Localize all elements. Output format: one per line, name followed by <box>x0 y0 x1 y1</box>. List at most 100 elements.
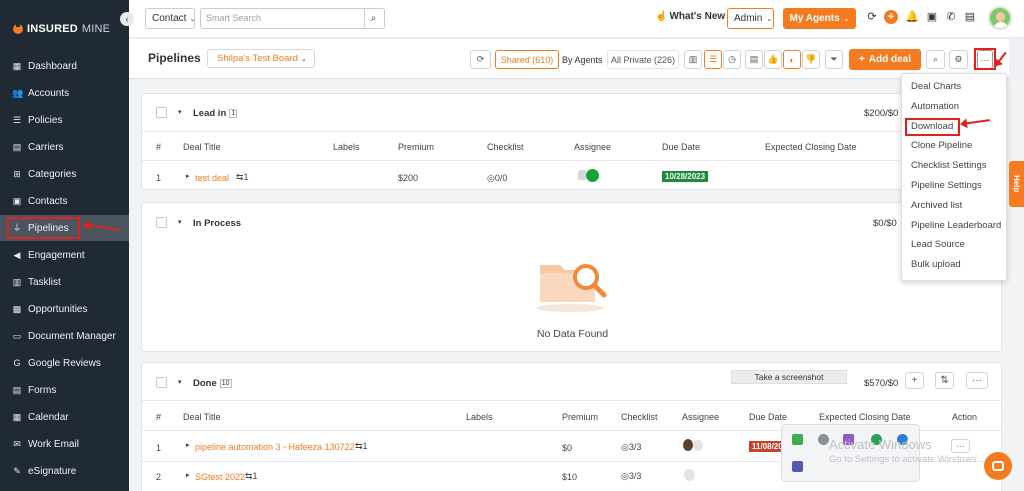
logo-text-left: INSURED <box>27 23 78 35</box>
menu-item-automation[interactable]: Automation <box>911 101 959 112</box>
refresh-icon[interactable]: ⟳ <box>865 10 879 24</box>
calculator-icon[interactable]: ▤ <box>963 10 977 24</box>
sidebar-item-calendar[interactable]: ▦ Calendar <box>0 404 129 430</box>
phone-icon[interactable]: ✆ <box>944 10 958 24</box>
due-date-badge[interactable]: 10/28/2023 <box>662 171 709 182</box>
cloud-icon[interactable] <box>818 434 829 445</box>
sidebar-item-google-reviews[interactable]: G Google Reviews <box>0 350 129 376</box>
quick-add-icon[interactable]: + <box>884 10 898 24</box>
logo-mark-icon <box>13 21 23 34</box>
page-title: Pipelines <box>148 51 201 65</box>
menu-item-checklist-settings[interactable]: Checklist Settings <box>911 160 987 171</box>
sidebar-item-forms[interactable]: ▤ Forms <box>0 377 129 403</box>
menu-item-deal-charts[interactable]: Deal Charts <box>911 81 961 92</box>
sidebar-item-accounts[interactable]: 👥 Accounts <box>0 80 129 106</box>
sidebar-item-label: Contacts <box>28 195 68 207</box>
group-select-checkbox[interactable] <box>156 377 167 388</box>
search-deals-icon[interactable]: ⌕ <box>926 50 945 69</box>
caret-down-icon[interactable]: ▾ <box>178 108 182 116</box>
help-tab[interactable]: Help <box>1009 161 1024 207</box>
smart-search-input[interactable]: Smart Search <box>200 8 365 29</box>
chart-icon: ▩ <box>12 304 22 314</box>
caret-down-icon[interactable]: ▾ <box>178 218 182 226</box>
teams-icon[interactable] <box>792 461 803 472</box>
role-select[interactable]: Admin ⌄ <box>727 8 774 29</box>
caret-right-icon[interactable]: ▸ <box>186 471 190 479</box>
search-button[interactable]: ⌕ <box>363 8 385 29</box>
in-progress-icon[interactable]: ◐ <box>783 50 801 69</box>
caret-right-icon[interactable]: ▸ <box>186 172 190 180</box>
more-options-menu: Deal Charts Automation Download Clone Pipel… <box>901 73 1007 281</box>
premium-value: $10 <box>562 472 578 482</box>
shield-check-icon[interactable] <box>792 434 803 445</box>
notifications-icon[interactable]: ▣ <box>925 10 939 24</box>
kanban-view-icon[interactable]: ▥ <box>684 50 702 69</box>
all-private-filter[interactable]: All Private (226) <box>607 50 679 69</box>
menu-item-clone-pipeline[interactable]: Clone Pipeline <box>911 140 972 151</box>
menu-item-archived-list[interactable]: Archived list <box>911 200 962 211</box>
sidebar-item-tasklist[interactable]: ▥ Tasklist <box>0 269 129 295</box>
list-view-icon[interactable]: ☰ <box>704 50 722 69</box>
empty-state-text: No Data Found <box>536 328 609 340</box>
group-title: Done 10 <box>193 378 232 389</box>
sidebar-item-policies[interactable]: ☰ Policies <box>0 107 129 133</box>
user-avatar[interactable] <box>988 6 1012 30</box>
assignee-avatar[interactable] <box>683 439 693 451</box>
screenshot-tooltip: Take a screenshot <box>731 370 847 384</box>
whats-new-link[interactable]: ☝ What's New <box>655 11 725 22</box>
pipeline-header: Pipelines Shilpa's Test Board ⌄ ⟳ Shared … <box>129 39 1009 79</box>
history-icon[interactable]: ◷ <box>723 50 741 69</box>
col-header: Deal Title <box>183 142 221 152</box>
sort-icon[interactable]: ⇅ <box>935 372 954 389</box>
collapse-sidebar-button[interactable]: ‹ <box>120 12 134 26</box>
deal-title-link[interactable]: SGtest 2022 <box>195 472 245 482</box>
chevron-down-icon: ⌄ <box>766 15 773 23</box>
group-select-checkbox[interactable] <box>156 217 167 228</box>
divider <box>142 400 1003 401</box>
col-header: Expected Closing Date <box>819 412 911 422</box>
search-scope-select[interactable]: Contact ⌄ <box>145 8 195 29</box>
menu-item-lead-source[interactable]: Lead Source <box>911 239 965 250</box>
assignee-avatar[interactable] <box>578 170 586 180</box>
shared-filter-button[interactable]: Shared (610) <box>495 50 559 69</box>
add-deal-to-group-button[interactable]: + <box>905 372 924 389</box>
group-select-checkbox[interactable] <box>156 107 167 118</box>
folder-icon: ▭ <box>12 331 22 341</box>
add-deal-button[interactable]: + Add deal <box>849 49 921 70</box>
my-agents-button[interactable]: My Agents ⌄ <box>783 8 856 29</box>
deal-title-link[interactable]: pipeline automation 3 - Hafeeza 130722 <box>195 442 355 452</box>
group-title: Lead in 1 <box>193 108 238 119</box>
menu-item-bulk-upload[interactable]: Bulk upload <box>911 259 961 270</box>
sidebar-item-document-manager[interactable]: ▭ Document Manager <box>0 323 129 349</box>
chat-button[interactable] <box>984 452 1012 480</box>
caret-right-icon[interactable]: ▸ <box>186 441 190 449</box>
gear-icon[interactable]: ⚙ <box>949 50 968 69</box>
sidebar-item-engagement[interactable]: ◀ Engagement <box>0 242 129 268</box>
sidebar-item-categories[interactable]: ⊞ Categories <box>0 161 129 187</box>
filter-icon[interactable]: ⏷ <box>825 50 843 69</box>
brand-logo[interactable]: INSURED MINE <box>0 0 129 58</box>
sidebar-item-carriers[interactable]: ▤ Carriers <box>0 134 129 160</box>
deal-title-link[interactable]: test deal <box>195 173 229 183</box>
bell-icon[interactable]: 🔔 <box>905 10 919 24</box>
sidebar-item-dashboard[interactable]: ▦ Dashboard <box>0 53 129 79</box>
group-more-button[interactable]: ··· <box>966 372 988 389</box>
menu-item-pipeline-leaderboard[interactable]: Pipeline Leaderboard <box>911 220 1001 231</box>
menu-item-pipeline-settings[interactable]: Pipeline Settings <box>911 180 982 191</box>
refresh-pipeline-button[interactable]: ⟳ <box>470 50 491 69</box>
grid-icon: ▦ <box>12 61 22 71</box>
sidebar-item-opportunities[interactable]: ▩ Opportunities <box>0 296 129 322</box>
assignee-avatar[interactable] <box>693 440 703 451</box>
table-view-icon[interactable]: ▤ <box>745 50 763 69</box>
sidebar-item-work-email[interactable]: ✉ Work Email <box>0 431 129 457</box>
caret-down-icon[interactable]: ▾ <box>178 378 182 386</box>
sidebar-item-esignature[interactable]: ✎ eSignature <box>0 458 129 484</box>
board-select[interactable]: Shilpa's Test Board ⌄ <box>207 49 315 68</box>
row-action-button[interactable]: ··· <box>951 439 970 453</box>
assignee-avatar[interactable] <box>684 469 695 481</box>
col-header: Due Date <box>749 412 788 422</box>
by-agents-filter[interactable]: By Agents <box>562 50 603 69</box>
thumbs-up-icon[interactable]: 👍 <box>764 50 782 69</box>
thumbs-down-icon[interactable]: 👎 <box>802 50 820 69</box>
sidebar-item-contacts[interactable]: ▣ Contacts <box>0 188 129 214</box>
